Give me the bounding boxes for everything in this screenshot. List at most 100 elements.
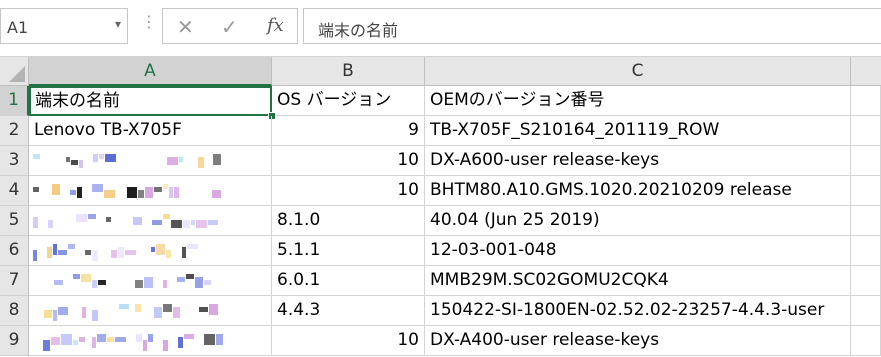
redaction-pixel [115,337,126,342]
cell-d5[interactable] [851,206,881,236]
redaction-pixel [76,214,87,222]
redaction-pixel [173,307,180,318]
redacted-device-name [33,176,223,205]
cell-c3[interactable]: DX-A600-user release-keys [425,146,851,176]
redaction-pixel [212,190,221,198]
row-header-9[interactable]: 9 [0,326,29,356]
redaction-pixel [92,280,97,288]
row-header-2[interactable]: 2 [0,116,29,146]
redaction-pixel [33,154,40,159]
redaction-pixel [154,187,162,192]
redaction-pixel [61,334,72,345]
cell-d2[interactable] [851,116,881,146]
redaction-pixel [53,310,57,321]
cell-a2[interactable]: Lenovo TB-X705F [29,116,272,146]
row-header-7[interactable]: 7 [0,266,29,296]
column-header-d[interactable] [851,57,881,86]
redacted-device-name [33,206,223,235]
redaction-pixel [79,160,83,168]
redaction-pixel [77,187,82,198]
cell-b6[interactable]: 5.1.1 [272,236,425,266]
formula-input[interactable]: 端末の名前 [303,8,881,44]
insert-function-icon[interactable]: fx [267,15,284,36]
redaction-pixel [163,280,167,288]
redaction-pixel [138,190,144,198]
cell-d4[interactable] [851,176,881,206]
row-header-3[interactable]: 3 [0,146,29,176]
redaction-pixel [88,214,96,219]
redaction-pixel [99,154,104,159]
redaction-pixel [199,307,208,312]
row-header-4[interactable]: 4 [0,176,29,206]
cell-c6[interactable]: 12-03-001-048 [425,236,851,266]
cell-c8[interactable]: 150422-SI-1800EN-02.52.02-23257-4.4.3-us… [425,296,851,326]
cell-d8[interactable] [851,296,881,326]
cell-d3[interactable] [851,146,881,176]
redaction-pixel [187,244,198,249]
drag-handle-icon[interactable]: ⋮ [141,14,157,30]
redaction-pixel [145,187,153,198]
redacted-device-name [33,236,223,265]
redaction-pixel [209,304,218,315]
cell-d1[interactable] [851,86,881,116]
cell-c4[interactable]: BHTM80.A10.GMS.1020.20210209 release [425,176,851,206]
enter-icon[interactable]: ✓ [221,15,238,39]
redaction-pixel [106,217,111,222]
column-header-c[interactable]: C [425,57,851,86]
cell-c5[interactable]: 40.04 (Jun 25 2019) [425,206,851,236]
redaction-pixel [191,220,195,225]
redaction-pixel [53,244,57,255]
cell-b2[interactable]: 9 [272,116,425,146]
redaction-pixel [81,274,91,282]
redaction-pixel [82,307,86,318]
cell-b3[interactable]: 10 [272,146,425,176]
cell-b7[interactable]: 6.0.1 [272,266,425,296]
column-header-a[interactable]: A [29,57,272,86]
redaction-pixel [198,157,204,168]
cell-b5[interactable]: 8.1.0 [272,206,425,236]
redaction-pixel [125,250,136,255]
redaction-pixel [33,217,38,228]
cell-a1[interactable]: 端末の名前 [29,86,272,116]
row-header-6[interactable]: 6 [0,236,29,266]
cell-c9[interactable]: DX-A400-user release-keys [425,326,851,356]
redaction-pixel [177,277,185,282]
redaction-pixel [163,184,168,189]
redaction-pixel [144,277,153,288]
cancel-icon[interactable]: ✕ [177,15,194,39]
redaction-pixel [208,220,218,225]
redaction-pixel [98,280,106,285]
name-box[interactable]: A1 ▾ [0,8,128,44]
redacted-device-name [33,266,223,295]
redaction-pixel [111,250,117,258]
cell-b4[interactable]: 10 [272,176,425,206]
chevron-down-icon[interactable]: ▾ [115,17,121,31]
select-all-button[interactable] [0,57,29,86]
formula-buttons: ✕ ✓ fx [162,8,298,44]
redacted-device-name [33,296,223,325]
redaction-pixel [44,310,52,318]
column-header-b[interactable]: B [272,57,425,86]
cell-b1[interactable]: OS バージョン [272,86,425,116]
redaction-pixel [85,250,91,255]
redaction-pixel [66,157,70,162]
row-header-8[interactable]: 8 [0,296,29,326]
row-header-1[interactable]: 1 [0,86,29,116]
redaction-pixel [70,190,76,195]
redaction-pixel [204,280,211,285]
cell-b9[interactable]: 10 [272,326,425,356]
cell-b8[interactable]: 4.4.3 [272,296,425,326]
redaction-pixel [154,307,162,318]
redaction-pixel [92,310,98,321]
cell-c1[interactable]: OEMのバージョン番号 [425,86,851,116]
redaction-pixel [167,157,178,165]
redaction-pixel [213,154,221,165]
cell-c2[interactable]: TB-X705F_S210164_201119_ROW [425,116,851,146]
redaction-pixel [104,190,115,198]
cell-d7[interactable] [851,266,881,296]
redaction-pixel [183,220,190,228]
cell-d6[interactable] [851,236,881,266]
cell-d9[interactable] [851,326,881,356]
row-header-5[interactable]: 5 [0,206,29,236]
cell-c7[interactable]: MMB29M.SC02GOMU2CQK4 [425,266,851,296]
